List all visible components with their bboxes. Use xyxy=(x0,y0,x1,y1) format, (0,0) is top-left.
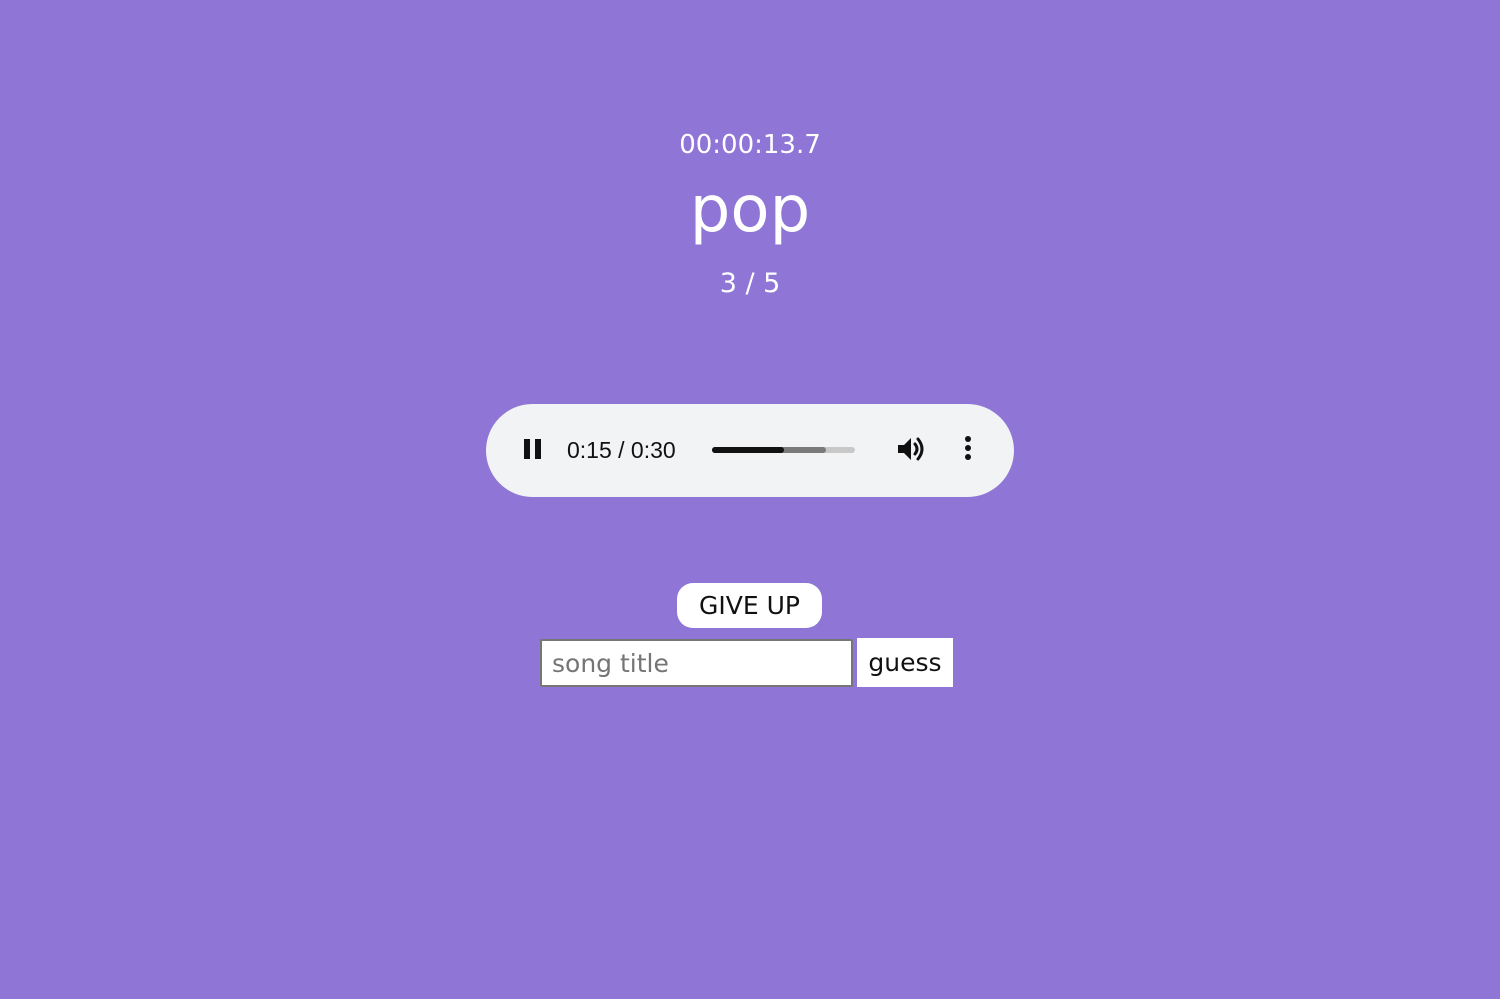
pause-icon xyxy=(524,439,541,459)
guess-button[interactable]: guess xyxy=(857,638,953,687)
volume-icon xyxy=(898,437,924,461)
more-vertical-icon xyxy=(965,436,971,460)
more-options-button[interactable] xyxy=(958,434,978,464)
round-counter: 3 / 5 xyxy=(719,268,781,299)
give-up-button[interactable]: GIVE UP xyxy=(677,583,822,628)
genre-title: pop xyxy=(689,173,811,247)
playback-time: 0:15 / 0:30 xyxy=(567,437,676,463)
volume-button[interactable] xyxy=(895,434,927,464)
song-title-input[interactable] xyxy=(540,639,853,687)
seek-bar[interactable] xyxy=(712,447,855,453)
play-pause-button[interactable] xyxy=(519,435,547,463)
elapsed-timer: 00:00:13.7 xyxy=(679,130,821,160)
seek-progress xyxy=(712,447,784,453)
